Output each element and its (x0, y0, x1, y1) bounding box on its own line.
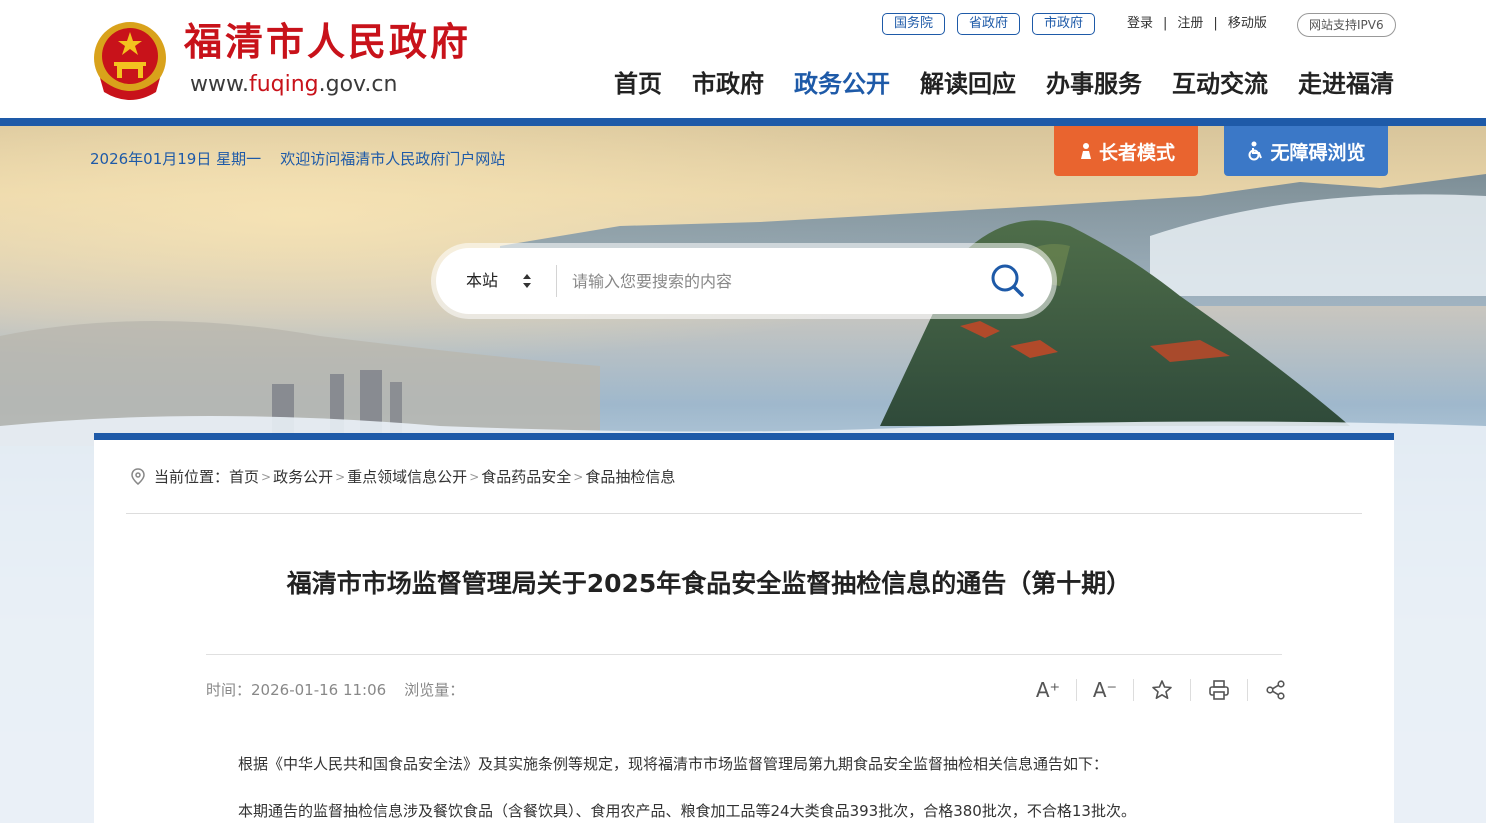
star-icon (1152, 680, 1172, 700)
time-label: 时间： (206, 681, 252, 699)
printer-icon (1209, 680, 1229, 700)
search-divider (556, 265, 557, 297)
elder-mode-label: 长者模式 (1098, 141, 1175, 164)
date-welcome: 2026年01月19日 星期一 欢迎访问福清市人民政府门户网站 (90, 148, 505, 170)
search-input[interactable] (572, 261, 972, 301)
nav-government-affairs[interactable]: 政务公开 (794, 66, 890, 102)
font-decrease-icon: A⁻ (1092, 678, 1118, 702)
url-prefix: www. (190, 72, 249, 97)
divider: | (1213, 16, 1218, 31)
nav-about-fuqing[interactable]: 走进福清 (1298, 66, 1394, 102)
print-button[interactable] (1191, 674, 1247, 706)
gov-link-province[interactable]: 省政府 (957, 13, 1021, 35)
increase-font-button[interactable]: A⁺ (1020, 674, 1076, 706)
location-pin-icon (131, 468, 145, 485)
site-url[interactable]: www.fuqing.gov.cn (190, 70, 397, 100)
main-nav: 首页 市政府 政务公开 解读回应 办事服务 互动交流 走进福清 (614, 66, 1394, 102)
breadcrumb-key-areas[interactable]: 重点领域信息公开 (347, 466, 467, 488)
article-card: 当前位置： 首页 > 政务公开 > 重点领域信息公开 > 食品药品安全 > 食品… (94, 433, 1394, 823)
publish-time: 时间：2026-01-16 11:06 (206, 678, 386, 702)
article-paragraph: 本期通告的监督抽检信息涉及餐饮食品（含餐饮具）、食用农产品、粮食加工品等24大类… (238, 802, 1136, 820)
breadcrumb-food-drug[interactable]: 食品药品安全 (481, 466, 571, 488)
decrease-font-button[interactable]: A⁻ (1077, 674, 1133, 706)
national-emblem-icon (94, 22, 166, 100)
breadcrumb-separator: > (335, 470, 346, 484)
login-link[interactable]: 登录 (1127, 14, 1153, 34)
gov-link-city[interactable]: 市政府 (1032, 13, 1096, 35)
breadcrumb-label: 当前位置： (154, 468, 230, 486)
search-scope-select[interactable]: 本站 (466, 248, 498, 314)
welcome-text: 欢迎访问福清市人民政府门户网站 (280, 150, 506, 168)
gov-links: 国务院 省政府 市政府 (882, 13, 1096, 35)
accessibility-label: 无障碍浏览 (1270, 141, 1366, 164)
site-name[interactable]: 福清市人民政府 (184, 18, 471, 66)
wheelchair-icon (1248, 141, 1263, 161)
divider (126, 513, 1362, 514)
breadcrumb-separator: > (261, 470, 272, 484)
breadcrumb-food-sampling[interactable]: 食品抽检信息 (585, 466, 675, 488)
nav-services[interactable]: 办事服务 (1046, 66, 1142, 102)
breadcrumb-home[interactable]: 首页 (229, 466, 259, 488)
breadcrumb-separator: > (469, 470, 480, 484)
font-increase-icon: A⁺ (1035, 678, 1061, 702)
time-value: 2026-01-16 11:06 (251, 681, 387, 699)
elder-mode-button[interactable]: 长者模式 (1054, 126, 1198, 176)
nav-interpretation[interactable]: 解读回应 (920, 66, 1016, 102)
article-title: 福清市市场监督管理局关于2025年食品安全监督抽检信息的通告（第十期） (286, 569, 1132, 598)
elder-icon (1080, 143, 1091, 159)
view-count-label: 浏览量： (404, 681, 465, 699)
article-paragraph: 根据《中华人民共和国食品安全法》及其实施条例等规定，现将福清市市场监督管理局第九… (238, 755, 1109, 773)
nav-interaction[interactable]: 互动交流 (1172, 66, 1268, 102)
divider: | (1163, 16, 1168, 31)
search-box: 本站 (436, 248, 1052, 314)
article-tools: A⁺ A⁻ (1020, 674, 1304, 706)
user-links: 登录 | 注册 | 移动版 (1127, 14, 1267, 34)
search-icon[interactable] (988, 261, 1028, 301)
sort-arrows-icon[interactable] (522, 272, 532, 290)
nav-home[interactable]: 首页 (614, 66, 662, 102)
breadcrumb-separator: > (573, 470, 584, 484)
article-meta: 时间：2026-01-16 11:06 浏览量： (206, 678, 464, 702)
favorite-button[interactable] (1134, 674, 1190, 706)
url-suffix: .gov.cn (318, 72, 398, 97)
site-header: 福清市人民政府 www.fuqing.gov.cn 国务院 省政府 市政府 登录… (0, 0, 1486, 118)
register-link[interactable]: 注册 (1177, 14, 1203, 34)
share-button[interactable] (1248, 674, 1304, 706)
accessibility-button[interactable]: 无障碍浏览 (1224, 126, 1388, 176)
ipv6-badge: 网站支持IPV6 (1297, 13, 1396, 37)
gov-link-state-council[interactable]: 国务院 (882, 13, 946, 35)
url-highlight: fuqing (248, 72, 319, 97)
current-date: 2026年01月19日 星期一 (90, 150, 262, 168)
breadcrumb-government-affairs[interactable]: 政务公开 (273, 466, 333, 488)
breadcrumb: 当前位置： 首页 > 政务公开 > 重点领域信息公开 > 食品药品安全 > 食品… (130, 466, 675, 488)
banner-top-bar (0, 118, 1486, 126)
divider (206, 654, 1282, 655)
share-icon (1266, 680, 1285, 700)
mobile-link[interactable]: 移动版 (1228, 14, 1267, 34)
nav-city-government[interactable]: 市政府 (692, 66, 764, 102)
